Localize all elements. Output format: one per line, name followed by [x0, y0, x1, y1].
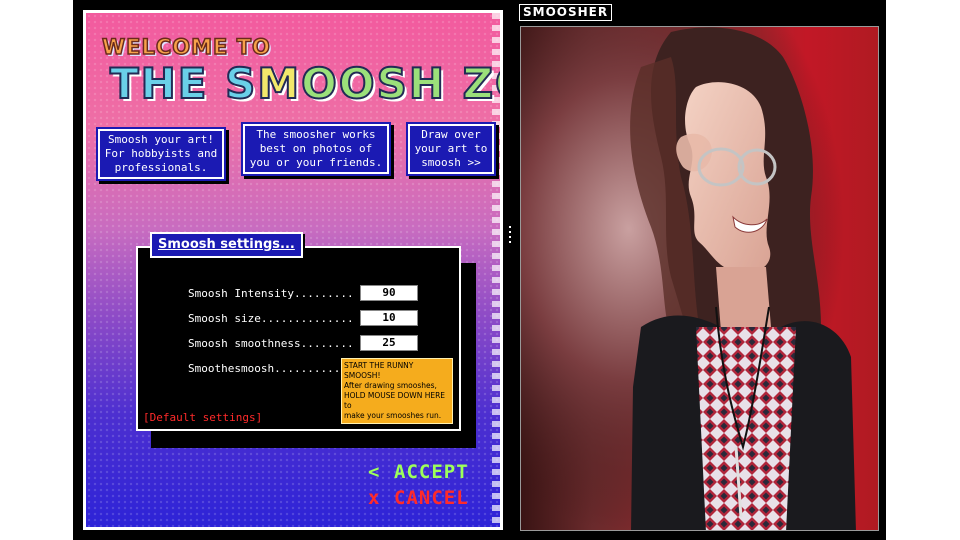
- info-box-photos: The smoosher works best on photos of you…: [243, 124, 389, 174]
- runny-smoosh-button[interactable]: START THE RUNNY SMOOSH! After drawing sm…: [341, 358, 453, 424]
- accept-chevron-icon: <: [368, 461, 381, 483]
- smoosh-smoothness-input[interactable]: 25: [360, 335, 418, 351]
- smooshed-photo: [521, 27, 878, 530]
- setting-label-smoothness: Smoosh smoothness........: [188, 337, 354, 350]
- cancel-label: CANCEL: [394, 487, 469, 509]
- setting-label-intensity: Smoosh Intensity.........: [188, 287, 354, 300]
- setting-label-size: Smoosh size..............: [188, 312, 354, 325]
- panel-divider-handle: [509, 226, 511, 244]
- welcome-panel: WELCOME TO THE SMOOSH ZONE! Smoosh your …: [83, 10, 503, 530]
- setting-row-smoothness: Smoosh smoothness........ 25: [188, 335, 418, 352]
- zone-title-part2: M: [256, 58, 302, 109]
- welcome-heading: WELCOME TO: [101, 34, 271, 60]
- setting-row-size: Smoosh size.............. 10: [188, 310, 418, 327]
- settings-dialog: Smoosh Intensity......... 90 Smoosh size…: [136, 246, 461, 431]
- smoosher-canvas[interactable]: [520, 26, 879, 531]
- zone-title: THE SMOOSH ZONE!: [109, 58, 500, 109]
- smoosh-intensity-input[interactable]: 90: [360, 285, 418, 301]
- cancel-button[interactable]: x CANCEL: [368, 487, 469, 509]
- accept-label: ACCEPT: [394, 461, 469, 483]
- info-box-hobbyists: Smoosh your art! For hobbyists and profe…: [98, 129, 224, 179]
- settings-title: Smoosh settings...: [150, 232, 303, 258]
- zone-title-part1: THE S: [109, 58, 258, 109]
- default-settings-link[interactable]: [Default settings]: [143, 411, 262, 424]
- zone-title-part3: OOSH ZONE!: [300, 58, 500, 109]
- info-box-draw: Draw over your art to smoosh >>: [408, 124, 494, 174]
- smoosh-size-input[interactable]: 10: [360, 310, 418, 326]
- cancel-x-icon: x: [368, 487, 381, 509]
- setting-row-intensity: Smoosh Intensity......... 90: [188, 285, 418, 302]
- accept-button[interactable]: < ACCEPT: [368, 461, 469, 483]
- smoosher-label: SMOOSHER: [519, 4, 613, 21]
- setting-row-smoothesmoosh: Smoothesmoosh............ smooth: [188, 360, 418, 377]
- setting-label-smoothesmoosh: Smoothesmoosh............: [188, 362, 354, 375]
